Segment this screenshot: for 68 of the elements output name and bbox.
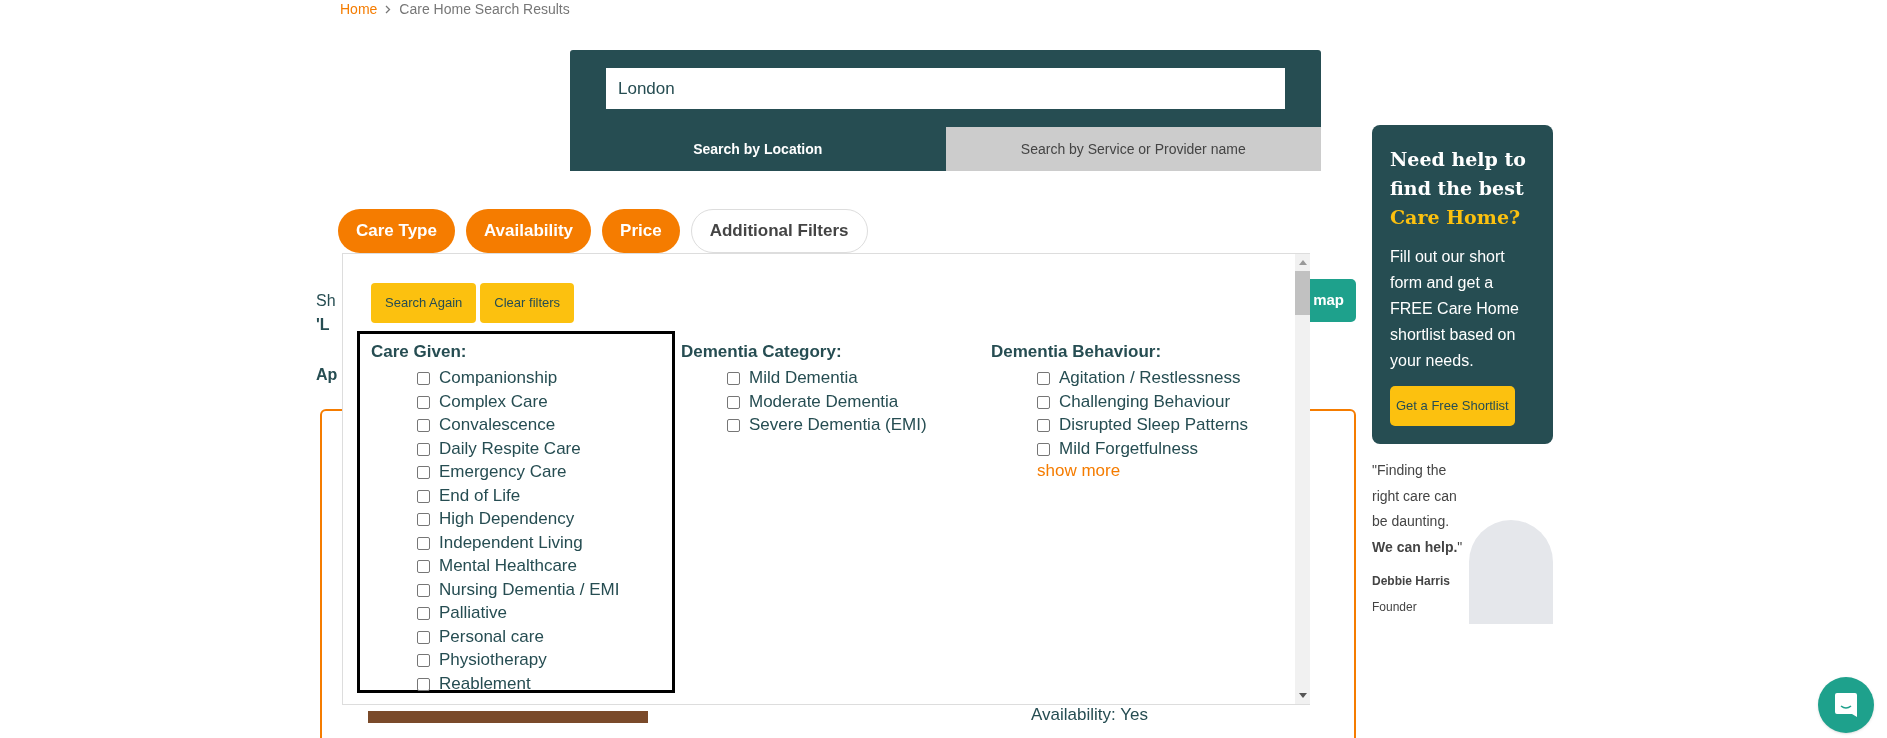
filter-option-label: Emergency Care [439, 461, 568, 483]
checkbox[interactable] [417, 607, 430, 620]
filter-action-button[interactable]: Search Again [371, 283, 477, 323]
scroll-down-icon [1298, 693, 1307, 698]
filter-group-title: Dementia Behaviour: [991, 342, 1163, 362]
checkbox[interactable] [417, 466, 430, 479]
filter-option-label: Physiotherapy [439, 649, 548, 671]
checkbox[interactable] [417, 442, 430, 456]
filter-option-label: Mild Forgetfulness [1059, 437, 1199, 460]
checkbox[interactable] [1037, 372, 1050, 385]
chat-button[interactable] [1818, 677, 1874, 733]
checkbox[interactable] [417, 419, 430, 432]
filter-option-label: End of Life [439, 484, 522, 507]
scrollbar-thumb[interactable] [1295, 271, 1310, 315]
checkbox[interactable] [417, 372, 430, 385]
filter-option-label: Disrupted Sleep Patterns [1059, 414, 1249, 436]
checkbox[interactable] [417, 489, 430, 503]
help-heading-highlight: Care Home? [1390, 206, 1521, 228]
scroll-up-icon [1298, 260, 1307, 265]
help-heading: Need help to find the best [1390, 148, 1526, 199]
filter-option-label: Independent Living [439, 531, 584, 554]
checkbox[interactable] [1037, 395, 1050, 409]
checkbox[interactable] [727, 395, 740, 409]
search-field[interactable]: London [606, 68, 1285, 109]
filter-option-label: Severe Dementia (EMI) [749, 414, 928, 436]
chevron-right-icon [385, 4, 392, 14]
results-text: 'L [316, 315, 331, 335]
checkbox[interactable] [1037, 442, 1050, 456]
filter-action-button[interactable]: Clear filters [480, 283, 575, 323]
results-text: Sh [316, 291, 337, 311]
shortlist-button[interactable]: Get a Free Shortlist [1390, 386, 1515, 426]
filter-option-label: Moderate Dementia [749, 390, 900, 413]
filter-option-label: Complex Care [439, 390, 549, 413]
filter-option-label: Convalescence [439, 414, 557, 436]
checkbox[interactable] [417, 677, 430, 691]
results-heading: Ap [316, 365, 338, 385]
filter-option-label: Companionship [439, 367, 559, 389]
quote-text: "Finding the right care can be daunting. We can help." [1372, 461, 1464, 557]
checkbox[interactable] [417, 560, 430, 573]
filter-tab[interactable]: Additional Filters [690, 209, 868, 253]
checkbox[interactable] [417, 583, 430, 597]
checkbox[interactable] [417, 654, 430, 667]
availability-text: Availability: Yes [1031, 705, 1148, 725]
checkbox[interactable] [417, 536, 430, 550]
filter-group-title: Care Given: [371, 342, 468, 362]
checkbox[interactable] [727, 372, 740, 385]
quote-role: Founder [1372, 599, 1418, 616]
filter-option-label: Nursing Dementia / EMI [439, 578, 621, 601]
filter-option-label: High Dependency [439, 508, 576, 530]
filter-option-label: Mental Healthcare [439, 555, 578, 577]
filter-option-label: Daily Respite Care [439, 437, 582, 460]
filter-group-title: Dementia Category: [681, 342, 843, 362]
filter-option-label: Challenging Behaviour [1059, 390, 1232, 413]
quote-author: Debbie Harris [1372, 573, 1452, 590]
filter-option-label: Mild Dementia [749, 367, 859, 389]
filter-option-label: Agitation / Restlessness [1059, 367, 1242, 389]
search-mode-tab[interactable]: Search by Service or Provider name [945, 127, 1321, 171]
chat-icon [1834, 692, 1858, 718]
checkbox[interactable] [417, 630, 430, 644]
checkbox[interactable] [727, 419, 740, 432]
checkbox[interactable] [417, 513, 430, 526]
help-text: Fill out our short form and get a FREE Care Home shortlist based on your needs. [1390, 247, 1520, 371]
filter-option-label: Personal care [439, 625, 545, 648]
filter-option-label: Reablement [439, 672, 532, 695]
breadcrumb-current: Care Home Search Results [399, 0, 570, 19]
filter-option-label: Palliative [439, 602, 509, 624]
checkbox[interactable] [417, 395, 430, 409]
checkbox[interactable] [1037, 419, 1050, 432]
